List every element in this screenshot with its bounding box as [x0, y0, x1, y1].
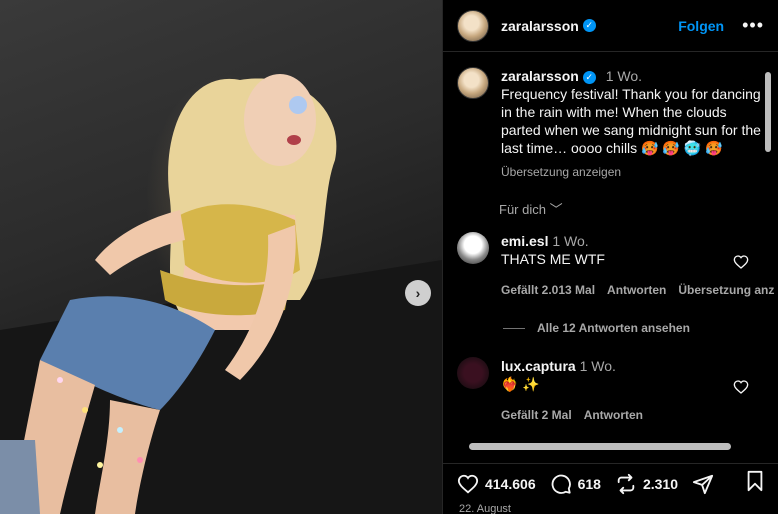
- horizontal-scrollbar-thumb[interactable]: [469, 443, 731, 450]
- comment-username[interactable]: emi.esl: [501, 233, 548, 249]
- caption-time[interactable]: 1 Wo.: [606, 68, 642, 84]
- post-photo[interactable]: ›: [0, 0, 442, 514]
- comment-sort-dropdown[interactable]: Für dich ﹀: [443, 181, 778, 218]
- verified-icon: ✓: [582, 70, 596, 84]
- repost-button[interactable]: 2.310: [615, 473, 678, 495]
- vertical-scrollbar-thumb[interactable]: [765, 72, 771, 152]
- comment: lux.captura 1 Wo. ❤️‍🔥 ✨ Gefällt 2 Mal A…: [443, 357, 778, 424]
- caption-text: Frequency festival! Thank you for dancin…: [501, 86, 761, 156]
- share-icon: [692, 474, 714, 494]
- bookmark-icon: [747, 470, 763, 492]
- like-count: 414.606: [485, 475, 536, 492]
- comment-text: ❤️‍🔥 ✨: [501, 376, 540, 392]
- comments-scroll-area[interactable]: zaralarsson ✓ 1 Wo. Frequency festival! T…: [443, 53, 778, 443]
- next-photo-button[interactable]: ›: [405, 280, 431, 306]
- caption-avatar[interactable]: [457, 67, 489, 99]
- repost-icon: [617, 473, 635, 494]
- horizontal-scrollbar[interactable]: [457, 441, 757, 451]
- comment-likes[interactable]: Gefällt 2 Mal: [501, 406, 572, 424]
- comment-username[interactable]: lux.captura: [501, 358, 576, 374]
- post-sidebar: zaralarsson ✓ Folgen ••• zaralarsson ✓ 1 …: [442, 0, 778, 514]
- view-replies-button[interactable]: Alle 12 Antworten ansehen: [443, 321, 778, 335]
- comment-button[interactable]: 618: [550, 473, 601, 495]
- post-date[interactable]: 22. August: [459, 503, 511, 514]
- vertical-scrollbar[interactable]: [764, 60, 772, 440]
- comment: emi.esl 1 Wo. THATS ME WTF Gefällt 2.013…: [443, 232, 778, 299]
- post-header: zaralarsson ✓ Folgen •••: [443, 0, 778, 52]
- caption-username[interactable]: zaralarsson: [501, 68, 579, 84]
- divider: [503, 327, 525, 329]
- comment-heart-icon[interactable]: [733, 379, 749, 395]
- comment-count: 618: [577, 475, 601, 492]
- like-button[interactable]: 414.606: [457, 473, 536, 495]
- share-button[interactable]: [692, 473, 720, 495]
- more-icon[interactable]: •••: [742, 15, 764, 36]
- view-replies-label: Alle 12 Antworten ansehen: [537, 321, 690, 335]
- save-button[interactable]: [745, 470, 765, 497]
- comment-heart-icon[interactable]: [733, 254, 749, 270]
- reply-button[interactable]: Antworten: [607, 281, 666, 299]
- author-avatar[interactable]: [457, 9, 489, 42]
- photo-illustration: [0, 74, 442, 514]
- reply-button[interactable]: Antworten: [584, 406, 643, 424]
- comment-icon: [551, 474, 571, 494]
- author-username[interactable]: zaralarsson: [501, 18, 579, 34]
- action-bar: 414.606 618 2.310: [443, 463, 778, 503]
- comment-likes[interactable]: Gefällt 2.013 Mal: [501, 281, 595, 299]
- verified-icon: ✓: [582, 19, 596, 32]
- comment-avatar[interactable]: [457, 232, 489, 264]
- translate-comment-link[interactable]: Übersetzung anz: [678, 281, 774, 299]
- follow-button[interactable]: Folgen: [678, 18, 724, 34]
- chevron-right-icon: ›: [415, 285, 421, 301]
- translate-caption-link[interactable]: Übersetzung anzeigen: [501, 163, 763, 181]
- heart-icon: [457, 474, 479, 493]
- comment-time[interactable]: 1 Wo.: [580, 358, 616, 374]
- repost-count: 2.310: [642, 475, 679, 492]
- comment-time[interactable]: 1 Wo.: [552, 233, 588, 249]
- caption: zaralarsson ✓ 1 Wo. Frequency festival! T…: [443, 53, 778, 181]
- comment-avatar[interactable]: [457, 357, 489, 389]
